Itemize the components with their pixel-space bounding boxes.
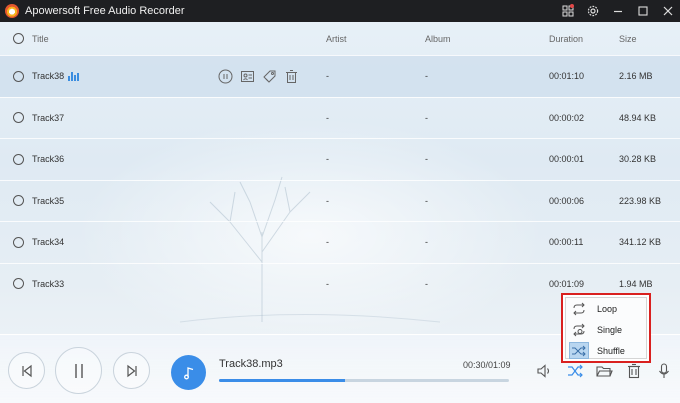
row-album: - [425,237,428,248]
row-size: 30.28 KB [619,154,657,165]
progress-fill [219,379,346,382]
shuffle-icon [569,342,589,359]
playing-equalizer-icon [68,71,79,81]
playback-progress-bar[interactable] [219,379,509,382]
header-album[interactable]: Album [425,34,451,44]
pause-circle-icon[interactable] [218,69,233,84]
row-select-radio[interactable] [13,153,24,165]
row-title: Track35 [32,195,65,206]
row-duration: 00:00:02 [549,112,585,123]
tag-icon[interactable] [262,69,277,84]
next-track-button[interactable] [113,352,150,389]
pause-button[interactable] [55,347,102,394]
select-all-radio[interactable] [13,33,24,44]
row-album: - [425,154,428,165]
single-loop-icon [569,321,589,338]
volume-icon[interactable] [535,362,553,380]
header-title[interactable]: Title [32,34,49,44]
table-row[interactable]: Track35 - - 00:00:06 223.98 KB [0,179,680,222]
app-title: Apowersoft Free Audio Recorder [25,5,185,17]
row-title: Track38 [32,71,65,82]
play-mode-menu: Loop Single Shuffle [561,293,651,363]
row-artist: - [326,154,329,165]
row-duration: 00:00:11 [549,237,584,248]
row-size: 341.12 KB [619,237,662,248]
row-album: - [425,112,428,123]
row-duration: 00:01:09 [549,278,585,289]
row-artist: - [326,237,329,248]
playback-time: 00:30/01:09 [463,360,511,370]
settings-gear-icon[interactable] [580,0,605,22]
header-size[interactable]: Size [619,34,637,44]
table-header: Title Artist Album Duration Size [0,22,680,55]
row-title: Track37 [32,112,65,123]
music-note-icon [171,355,206,390]
microphone-icon[interactable] [655,362,673,380]
header-duration[interactable]: Duration [549,34,583,44]
app-logo-icon [5,4,19,18]
row-select-radio[interactable] [13,278,24,290]
minimize-icon[interactable] [605,0,630,22]
play-mode-single[interactable]: Single [566,319,646,340]
table-row[interactable]: Track38 - - 00:01:10 2.16 MB [0,55,680,97]
row-select-radio[interactable] [13,195,24,207]
play-mode-shuffle-icon[interactable] [566,362,584,380]
row-artist: - [326,278,329,289]
row-artist: - [326,71,329,82]
close-icon[interactable] [655,0,680,22]
header-artist[interactable]: Artist [326,34,347,44]
row-duration: 00:00:06 [549,195,585,206]
row-select-radio[interactable] [13,112,24,124]
maximize-icon[interactable] [630,0,655,22]
row-album: - [425,71,428,82]
row-title: Track34 [32,237,65,248]
recordings-table: Title Artist Album Duration Size Track38… [0,22,680,304]
row-duration: 00:01:10 [549,71,585,82]
row-size: 223.98 KB [619,195,662,206]
open-folder-icon[interactable] [595,362,613,380]
row-size: 1.94 MB [619,278,653,289]
row-title: Track36 [32,154,65,165]
previous-track-button[interactable] [8,352,45,389]
delete-trash-icon[interactable] [284,69,299,84]
row-size: 2.16 MB [619,71,653,82]
table-row[interactable]: Track34 - - 00:00:11 341.12 KB [0,221,680,263]
apps-grid-icon[interactable] [555,0,580,22]
row-artist: - [326,195,329,206]
loop-icon [569,300,589,317]
table-row[interactable]: Track36 - - 00:00:01 30.28 KB [0,138,680,180]
play-mode-loop[interactable]: Loop [566,298,646,319]
edit-info-icon[interactable] [240,69,255,84]
row-select-radio[interactable] [13,70,24,82]
row-title: Track33 [32,278,65,289]
delete-icon[interactable] [625,362,643,380]
row-select-radio[interactable] [13,236,24,248]
notification-dot [570,4,574,8]
row-size: 48.94 KB [619,112,657,123]
table-row[interactable]: Track37 - - 00:00:02 48.94 KB [0,96,680,139]
now-playing-title: Track38.mp3 [219,358,283,370]
play-mode-shuffle[interactable]: Shuffle [566,340,646,361]
row-duration: 00:00:01 [549,154,585,165]
title-bar: Apowersoft Free Audio Recorder [0,0,680,22]
row-album: - [425,195,428,206]
row-album: - [425,278,428,289]
row-artist: - [326,112,329,123]
